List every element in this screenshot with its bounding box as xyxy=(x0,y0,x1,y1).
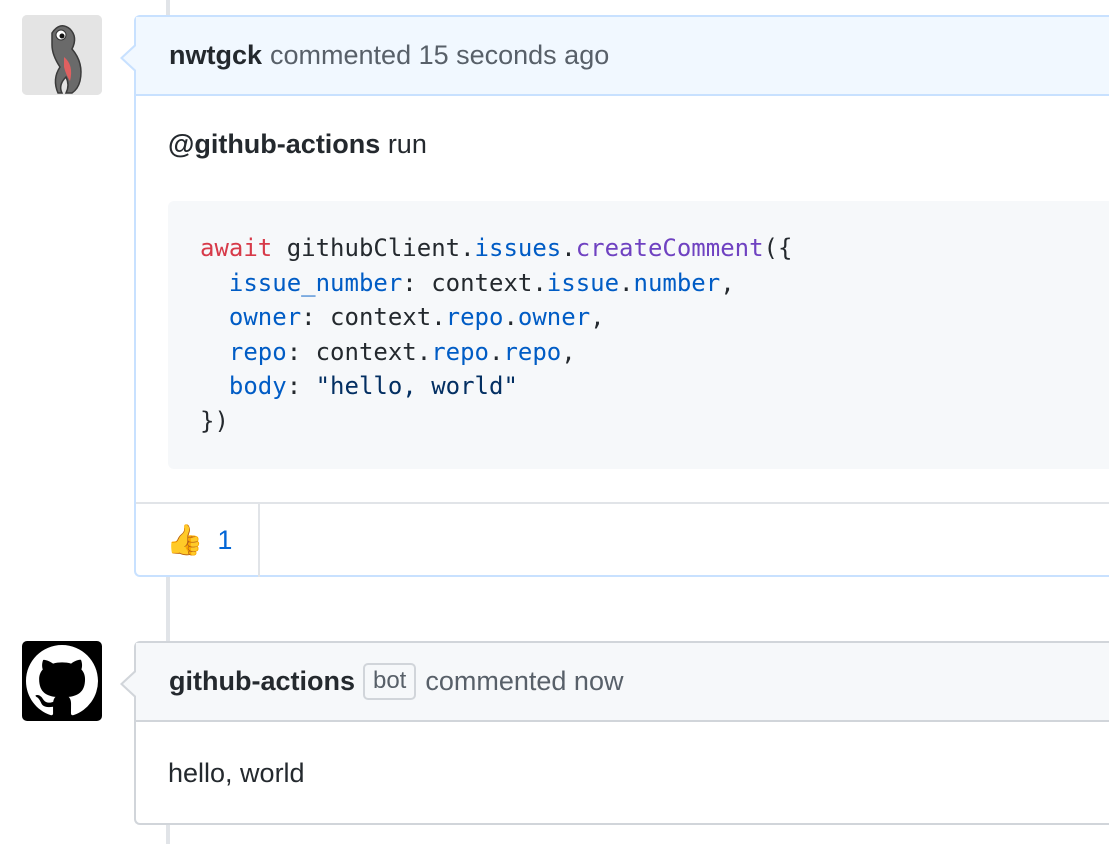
comment-timestamp[interactable]: commented 15 seconds ago xyxy=(270,40,609,71)
comment-header: nwtgck commented 15 seconds ago xyxy=(136,17,1109,96)
comment-caret xyxy=(120,670,136,698)
reactions-bar: 👍 1 xyxy=(136,502,1109,577)
code-token: await xyxy=(200,234,273,262)
code-token: createComment xyxy=(575,234,764,262)
code-token: . xyxy=(619,268,634,297)
avatar-nwtgck[interactable] xyxy=(22,15,102,95)
code-token: repo xyxy=(445,303,504,331)
comment-caret xyxy=(120,44,136,72)
code-token: : context. xyxy=(286,337,432,366)
reaction-count: 1 xyxy=(217,525,233,555)
code-token: , xyxy=(561,337,576,366)
code-block: await githubClient.issues.createComment(… xyxy=(168,201,1109,469)
code-token: repo xyxy=(503,337,562,366)
code-token: }) xyxy=(200,406,229,435)
code-token: githubClient. xyxy=(272,234,475,262)
mention-rest: run xyxy=(380,129,427,159)
code-token: . xyxy=(503,303,518,331)
comment-author[interactable]: github-actions xyxy=(169,666,355,697)
code-token: number xyxy=(633,268,721,297)
salamander-avatar-icon xyxy=(22,15,102,95)
code-token: issue xyxy=(546,268,620,297)
code-token: issue_number xyxy=(228,268,403,297)
github-octocat-icon xyxy=(26,645,98,716)
user-mention[interactable]: @github-actions xyxy=(168,129,380,159)
code-token: ({ xyxy=(763,234,793,262)
code-content: await githubClient.issues.createComment(… xyxy=(168,201,1109,438)
bot-badge: bot xyxy=(362,663,417,700)
code-token: , xyxy=(590,303,605,331)
code-token: repo xyxy=(431,337,489,366)
avatar-github-actions[interactable] xyxy=(22,641,102,721)
comment-body-text: @github-actions run xyxy=(168,129,427,160)
code-token: : xyxy=(286,372,316,400)
thumbs-up-reaction-button[interactable]: 👍 1 xyxy=(136,504,260,577)
comment-header: github-actions bot commented now xyxy=(136,643,1109,722)
code-token: owner xyxy=(228,303,302,331)
comment-github-actions: github-actions bot commented now hello, … xyxy=(120,641,1109,825)
code-token: . xyxy=(561,234,576,262)
code-token: "hello, world" xyxy=(315,372,518,400)
code-token: owner xyxy=(517,303,591,331)
code-token: body xyxy=(228,372,287,400)
comment-timestamp[interactable]: commented now xyxy=(425,666,623,697)
code-token: repo xyxy=(228,337,287,366)
code-token: issues xyxy=(474,234,562,262)
code-token: : context. xyxy=(402,268,547,297)
comment-nwtgck: nwtgck commented 15 seconds ago @github-… xyxy=(120,15,1109,577)
code-token: : context. xyxy=(301,303,446,331)
comment-body-text: hello, world xyxy=(168,758,305,788)
code-token: . xyxy=(489,337,504,366)
comment-author[interactable]: nwtgck xyxy=(169,40,262,71)
code-token: , xyxy=(720,268,735,297)
thumbs-up-icon: 👍 xyxy=(166,523,204,557)
